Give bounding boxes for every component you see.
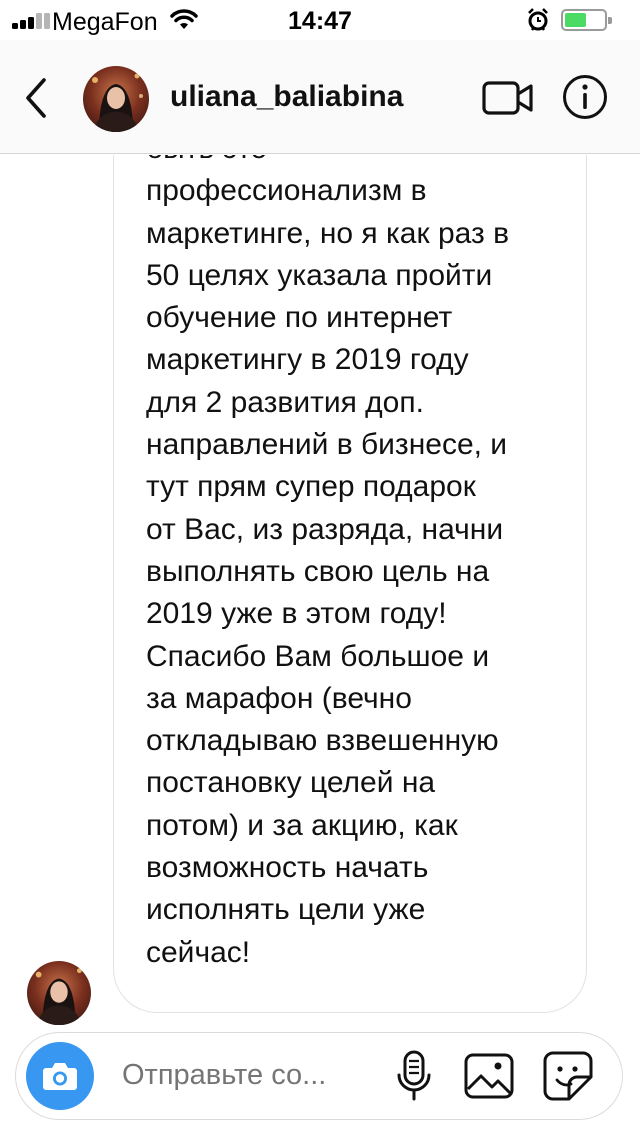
message-bubble[interactable]: быть это профессионализм в маркетинге, н… (113, 155, 587, 1013)
message-line: маркетинге, но я как раз в (146, 216, 510, 250)
message-text: быть это профессионализм в маркетинге, н… (146, 155, 566, 974)
message-line: исполнять цели уже (146, 893, 426, 927)
message-line: возможность начать (146, 851, 429, 885)
message-line: профессионализм в (146, 174, 427, 208)
message-line: от Вас, из разряда, начни (146, 512, 504, 546)
status-bar: MegaFon 14:47 (0, 0, 640, 40)
avatar[interactable] (83, 66, 149, 132)
message-line: быть это (146, 155, 566, 170)
gallery-icon[interactable] (464, 1053, 514, 1099)
message-line: для 2 развития доп. (146, 385, 424, 419)
message-input[interactable] (122, 1059, 372, 1092)
message-line: постановку целей на (146, 766, 436, 800)
message-line: тут прям супер подарок (146, 470, 476, 504)
battery-icon (561, 9, 612, 31)
message-line: направлений в бизнесе, и (146, 428, 508, 462)
message-line: потом) и за акцию, как (146, 808, 458, 842)
info-icon[interactable] (562, 74, 608, 120)
message-line: 2019 уже в этом году! (146, 597, 447, 631)
microphone-icon[interactable] (396, 1049, 432, 1103)
message-line: сейчас! (146, 935, 251, 969)
message-line: за марафон (вечно (146, 681, 412, 715)
camera-button[interactable] (26, 1042, 94, 1110)
sender-avatar[interactable] (27, 961, 91, 1025)
message-line: обучение по интернет (146, 301, 453, 335)
message-line: выполнять свою цель на (146, 554, 490, 588)
sticker-icon[interactable] (543, 1051, 593, 1101)
message-line: Спасибо Вам большое и (146, 639, 490, 673)
message-line: откладываю взвешенную (146, 724, 499, 758)
back-chevron-icon[interactable] (22, 76, 52, 120)
conversation-header: uliana_baliabina (0, 40, 640, 154)
video-call-icon[interactable] (482, 80, 534, 116)
message-line: маркетингу в 2019 году (146, 343, 469, 377)
message-line: 50 целях указала пройти (146, 258, 493, 292)
message-composer (15, 1032, 623, 1120)
username-title[interactable]: uliana_baliabina (170, 80, 403, 114)
alarm-icon (528, 8, 548, 31)
camera-icon (43, 1063, 77, 1090)
battery-level (565, 13, 586, 27)
message-thread[interactable]: быть это профессионализм в маркетинге, н… (0, 155, 640, 1025)
